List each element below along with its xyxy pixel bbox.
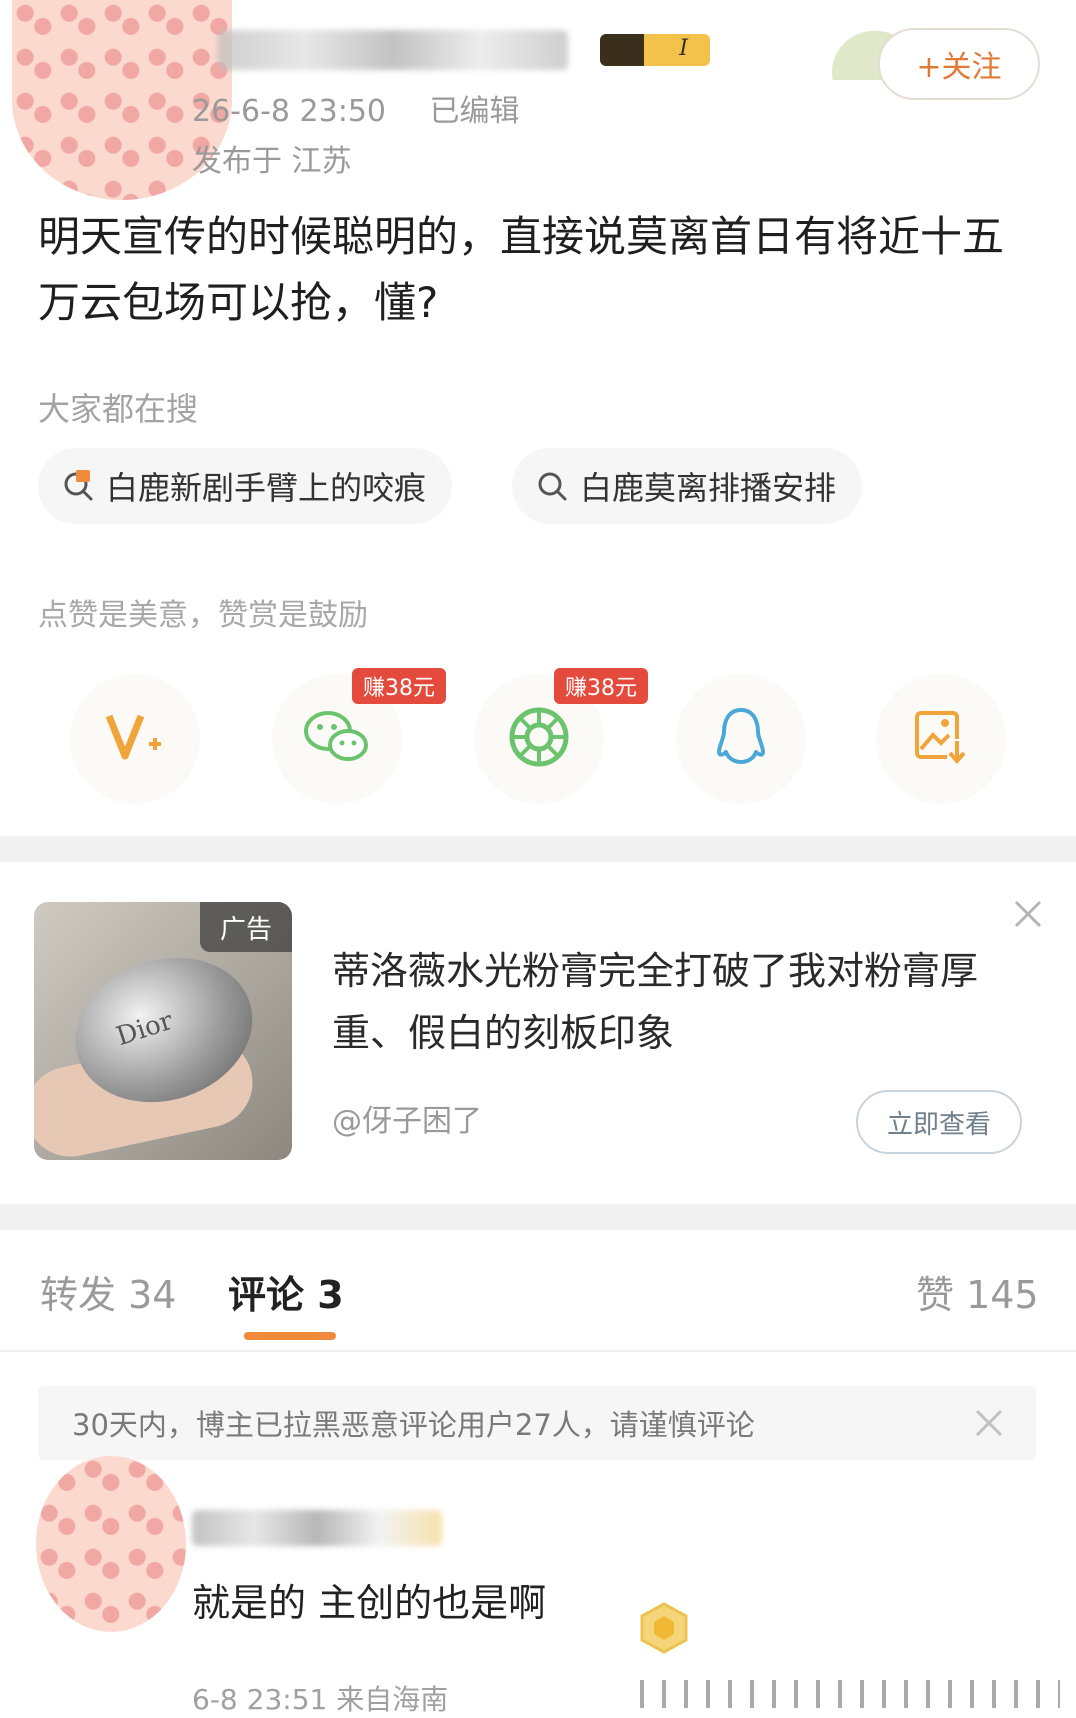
post-time: 26-6-8 23:50 — [192, 94, 386, 129]
search-chip-2[interactable]: 白鹿莫离排播安排 — [512, 448, 863, 524]
v-plus-icon — [105, 710, 165, 768]
comment-meta: 6-8 23:51 来自海南 — [192, 1683, 449, 1716]
ad-author[interactable]: @伢子困了 — [332, 1096, 482, 1140]
post-meta-time: 26-6-8 23:50 已编辑 — [192, 86, 520, 130]
reward-v-button[interactable] — [70, 674, 200, 804]
tab-repost[interactable]: 转发 34 — [40, 1264, 176, 1319]
edited-label: 已编辑 — [429, 94, 520, 129]
ad-tag: 广告 — [200, 902, 292, 952]
search-chip-label: 白鹿莫离排播安排 — [580, 469, 837, 507]
divider — [0, 1350, 1076, 1352]
tab-likes[interactable]: 赞 145 — [916, 1264, 1039, 1319]
close-icon[interactable] — [972, 1406, 1006, 1440]
search-icon — [536, 470, 568, 502]
comment-text: 就是的 主创的也是啊 — [192, 1581, 547, 1625]
trending-search-title: 大家都在搜 — [38, 390, 199, 428]
share-qq-button[interactable] — [676, 674, 806, 804]
vip-badge[interactable]: I — [600, 34, 710, 66]
commenter-avatar[interactable] — [36, 1456, 186, 1632]
tab-active-indicator — [244, 1332, 336, 1340]
tab-comment[interactable]: 评论 3 — [228, 1264, 344, 1319]
reward-tip: 点赞是美意，赞赏是鼓励 — [38, 598, 368, 633]
hot-search-icon — [62, 470, 94, 502]
commenter-name-redacted[interactable] — [192, 1510, 442, 1546]
moments-icon — [508, 706, 570, 772]
ad-image[interactable]: Dior 广告 — [34, 902, 292, 1160]
search-chip-label: 白鹿新剧手臂上的咬痕 — [106, 469, 427, 507]
save-image-icon — [913, 709, 969, 769]
follow-button[interactable]: +关注 — [878, 28, 1040, 100]
vip-level: I — [679, 36, 688, 61]
earn-badge: 赚38元 — [352, 668, 446, 704]
wechat-icon — [302, 707, 372, 771]
search-chip-1[interactable]: 白鹿新剧手臂上的咬痕 — [38, 448, 453, 524]
watermark-barcode — [640, 1680, 1060, 1708]
comment-notice: 30天内，博主已拉黑恶意评论用户27人，请谨慎评论 — [38, 1386, 1036, 1460]
section-separator — [0, 1204, 1076, 1230]
notice-text: 30天内，博主已拉黑恶意评论用户27人，请谨慎评论 — [72, 1408, 755, 1442]
qq-icon — [714, 706, 768, 772]
post-text: 明天宣传的时候聪明的，直接说莫离首日有将近十五万云包场可以抢，懂? — [38, 212, 1005, 327]
post-location: 发布于 江苏 — [192, 144, 352, 179]
earn-badge: 赚38元 — [554, 668, 648, 704]
ad-title[interactable]: 蒂洛薇水光粉膏完全打破了我对粉膏厚重、假白的刻板印象 — [332, 940, 1012, 1064]
close-icon[interactable] — [1010, 896, 1046, 932]
ad-view-now-button[interactable]: 立即查看 — [856, 1090, 1022, 1154]
gold-badge-icon — [636, 1600, 692, 1656]
author-name-redacted[interactable] — [218, 30, 568, 70]
section-separator — [0, 836, 1076, 862]
save-image-button[interactable] — [876, 674, 1006, 804]
